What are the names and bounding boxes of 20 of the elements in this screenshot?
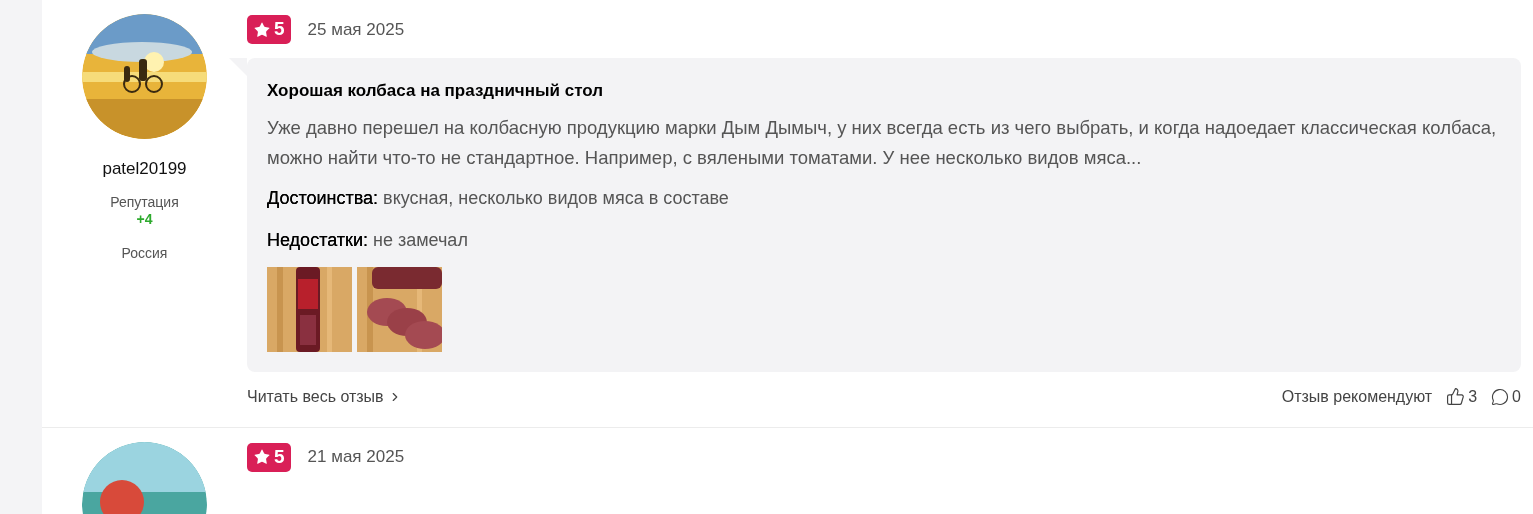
rating-value: 5 bbox=[274, 17, 285, 42]
review-title[interactable]: Хорошая колбаса на праздничный стол bbox=[267, 78, 1501, 104]
review-text: Уже давно перешел на колбасную продукцию марки Дым Дымыч, у них всегда есть из чего выбрать, и когда надоедает классическая колбаса, можно найти что-то не стандартное. Например, с вялеными томатами. У нее несколько видов мяса... bbox=[267, 115, 1498, 170]
comments-button[interactable]: 0 bbox=[1491, 384, 1521, 409]
thumbs-up-icon bbox=[1446, 387, 1466, 406]
like-button[interactable]: 3 bbox=[1446, 384, 1478, 409]
rating-value: 5 bbox=[274, 444, 285, 469]
review-pros: Достоинства: вкусная, несколько видов мяса в составе bbox=[267, 186, 730, 210]
author-name[interactable]: patel20199 bbox=[102, 156, 187, 182]
review-cons: Недостатки: не замечал bbox=[267, 228, 469, 252]
recommend-label: Отзыв рекомендуют bbox=[1281, 386, 1433, 407]
star-icon bbox=[253, 20, 271, 39]
reputation-label: Репутация bbox=[110, 193, 179, 211]
review-date: 21 мая 2025 bbox=[307, 446, 405, 469]
comment-icon bbox=[1491, 387, 1510, 406]
review-date: 25 мая 2025 bbox=[307, 18, 405, 41]
star-icon bbox=[253, 448, 271, 466]
read-more-link[interactable]: Читать весь отзыв bbox=[247, 384, 402, 409]
author-country: Россия bbox=[121, 243, 168, 263]
reputation-value: +4 bbox=[136, 210, 153, 228]
